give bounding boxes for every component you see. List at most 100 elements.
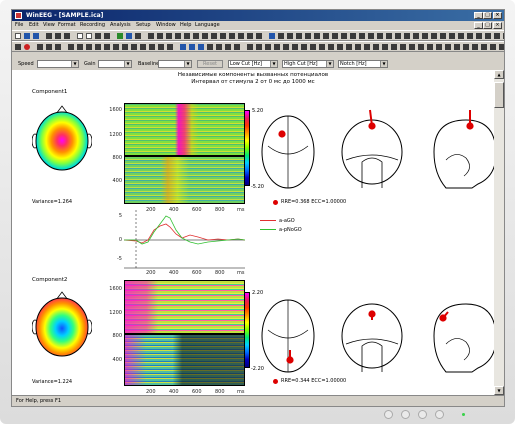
- minimize-button[interactable]: _: [474, 12, 483, 19]
- doc-restore-button[interactable]: □: [483, 22, 492, 29]
- menu-language[interactable]: Language: [195, 22, 220, 28]
- toolbar-button-icon[interactable]: [104, 33, 110, 39]
- toolbar-button-icon[interactable]: [166, 33, 172, 39]
- toolbar-button-icon[interactable]: [310, 44, 316, 50]
- toolbar-button-icon[interactable]: [382, 44, 388, 50]
- toolbar-button-icon[interactable]: [499, 44, 504, 50]
- toolbar-button-icon[interactable]: [391, 44, 397, 50]
- toolbar-button-icon[interactable]: [332, 33, 338, 39]
- monitor-button[interactable]: [418, 410, 427, 419]
- toolbar-button-icon[interactable]: [86, 44, 92, 50]
- toolbar-button-icon[interactable]: [33, 33, 39, 39]
- toolbar-button-icon[interactable]: [377, 33, 383, 39]
- menu-setup[interactable]: Setup: [136, 22, 151, 28]
- toolbar-button-icon[interactable]: [418, 44, 424, 50]
- toolbar-button-icon[interactable]: [359, 33, 365, 39]
- toolbar-button-icon[interactable]: [314, 33, 320, 39]
- toolbar-button-icon[interactable]: [149, 44, 155, 50]
- vertical-scrollbar[interactable]: ▲ ▼: [494, 70, 504, 395]
- toolbar-button-icon[interactable]: [86, 33, 92, 39]
- toolbar-button-icon[interactable]: [77, 44, 83, 50]
- toolbar-button-icon[interactable]: [355, 44, 361, 50]
- toolbar-button-icon[interactable]: [305, 33, 311, 39]
- toolbar-button-icon[interactable]: [476, 33, 482, 39]
- toolbar-button-icon[interactable]: [184, 33, 190, 39]
- toolbar-button-icon[interactable]: [24, 44, 30, 50]
- toolbar-button-icon[interactable]: [494, 33, 500, 39]
- close-button[interactable]: ×: [493, 12, 502, 19]
- toolbar-button-icon[interactable]: [95, 44, 101, 50]
- toolbar-button-icon[interactable]: [234, 44, 240, 50]
- toolbar-button-icon[interactable]: [207, 44, 213, 50]
- reset-button[interactable]: Reset: [197, 60, 223, 68]
- toolbar-button-icon[interactable]: [135, 33, 141, 39]
- scroll-thumb[interactable]: [494, 82, 504, 108]
- baseline-select[interactable]: ▼: [158, 60, 192, 68]
- toolbar-button-icon[interactable]: [458, 33, 464, 39]
- toolbar-button-icon[interactable]: [157, 33, 163, 39]
- toolbar-button-icon[interactable]: [193, 33, 199, 39]
- toolbar-button-icon[interactable]: [148, 33, 154, 39]
- toolbar-button-icon[interactable]: [225, 44, 231, 50]
- toolbar-button-icon[interactable]: [472, 44, 478, 50]
- toolbar-button-icon[interactable]: [274, 44, 280, 50]
- toolbar-button-icon[interactable]: [216, 44, 222, 50]
- toolbar-button-icon[interactable]: [337, 44, 343, 50]
- toolbar-button-icon[interactable]: [400, 44, 406, 50]
- toolbar-button-icon[interactable]: [454, 44, 460, 50]
- toolbar-button-icon[interactable]: [211, 33, 217, 39]
- toolbar-button-icon[interactable]: [140, 44, 146, 50]
- toolbar-button-icon[interactable]: [283, 44, 289, 50]
- scroll-down-icon[interactable]: ▼: [494, 386, 504, 395]
- toolbar-button-icon[interactable]: [436, 44, 442, 50]
- toolbar-button-icon[interactable]: [37, 44, 43, 50]
- toolbar-button-icon[interactable]: [278, 33, 284, 39]
- toolbar-button-icon[interactable]: [55, 33, 61, 39]
- monitor-button[interactable]: [435, 410, 444, 419]
- toolbar-button-icon[interactable]: [15, 44, 21, 50]
- toolbar-button-icon[interactable]: [319, 44, 325, 50]
- toolbar-button-icon[interactable]: [238, 33, 244, 39]
- low-cut-select[interactable]: Low Cut [Hz] ▼: [228, 60, 278, 68]
- doc-minimize-button[interactable]: _: [474, 22, 483, 29]
- monitor-button[interactable]: [401, 410, 410, 419]
- toolbar-button-icon[interactable]: [328, 44, 334, 50]
- toolbar-button-icon[interactable]: [409, 44, 415, 50]
- high-cut-select[interactable]: High Cut [Hz] ▼: [282, 60, 334, 68]
- maximize-button[interactable]: □: [483, 12, 492, 19]
- toolbar-button-icon[interactable]: [346, 44, 352, 50]
- toolbar-button-icon[interactable]: [490, 44, 496, 50]
- gain-select[interactable]: ▼: [98, 60, 132, 68]
- toolbar-button-icon[interactable]: [413, 33, 419, 39]
- toolbar-button-icon[interactable]: [198, 44, 204, 50]
- toolbar-button-icon[interactable]: [256, 33, 262, 39]
- toolbar-button-icon[interactable]: [68, 44, 74, 50]
- toolbar-button-icon[interactable]: [341, 33, 347, 39]
- menu-window[interactable]: Window: [156, 22, 176, 28]
- toolbar-button-icon[interactable]: [126, 33, 132, 39]
- toolbar-button-icon[interactable]: [104, 44, 110, 50]
- toolbar-button-icon[interactable]: [350, 33, 356, 39]
- menu-analysis[interactable]: Analysis: [110, 22, 131, 28]
- toolbar-button-icon[interactable]: [167, 44, 173, 50]
- menu-recording[interactable]: Recording: [80, 22, 105, 28]
- toolbar-button-icon[interactable]: [265, 44, 271, 50]
- toolbar-button-icon[interactable]: [481, 44, 487, 50]
- toolbar-button-icon[interactable]: [95, 33, 101, 39]
- menu-view[interactable]: View: [43, 22, 55, 28]
- toolbar-button-icon[interactable]: [395, 33, 401, 39]
- toolbar-button-icon[interactable]: [46, 33, 52, 39]
- toolbar-button-icon[interactable]: [368, 33, 374, 39]
- toolbar-button-icon[interactable]: [77, 33, 83, 39]
- toolbar-button-icon[interactable]: [427, 44, 433, 50]
- toolbar-button-icon[interactable]: [373, 44, 379, 50]
- toolbar-button-icon[interactable]: [229, 33, 235, 39]
- toolbar-button-icon[interactable]: [55, 44, 61, 50]
- menu-help[interactable]: Help: [180, 22, 191, 28]
- toolbar-button-icon[interactable]: [364, 44, 370, 50]
- toolbar-button-icon[interactable]: [189, 44, 195, 50]
- toolbar-button-icon[interactable]: [131, 44, 137, 50]
- toolbar-button-icon[interactable]: [158, 44, 164, 50]
- speed-select[interactable]: ▼: [37, 60, 79, 68]
- toolbar-button-icon[interactable]: [117, 33, 123, 39]
